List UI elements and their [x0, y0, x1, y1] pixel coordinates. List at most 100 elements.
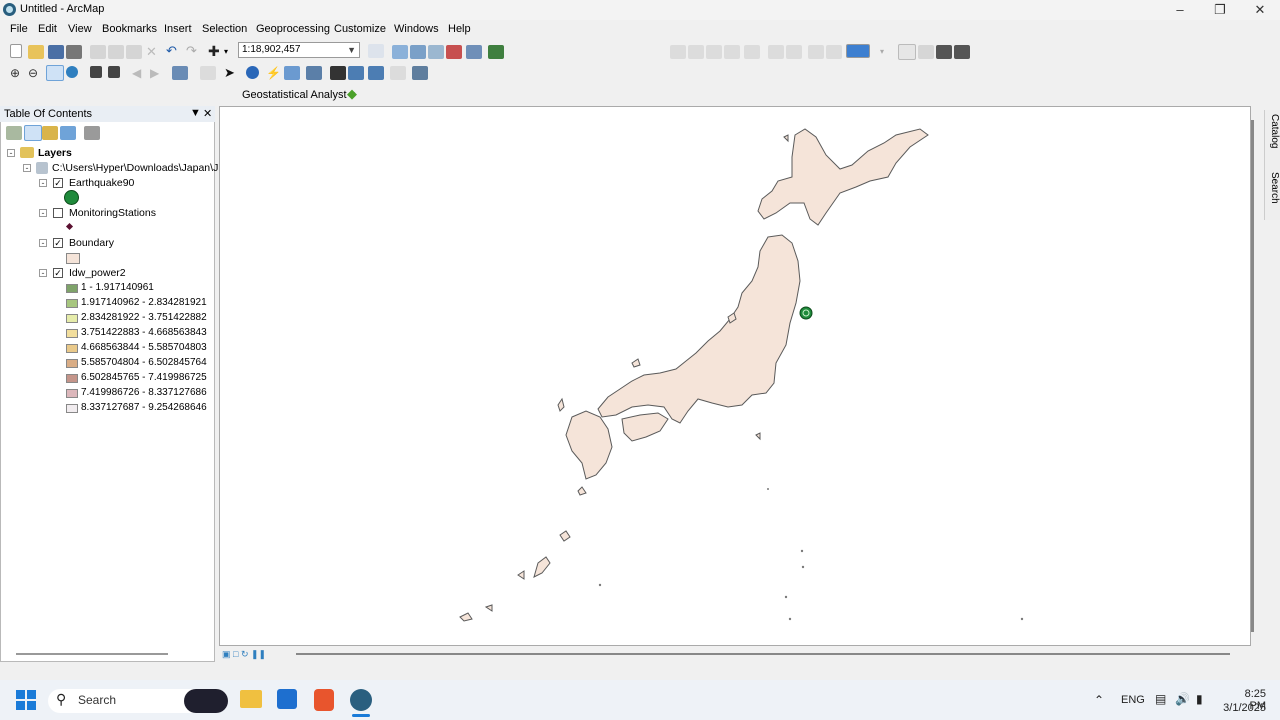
menu-windows[interactable]: Windows: [394, 23, 439, 35]
print-icon[interactable]: [66, 45, 82, 59]
file-explorer-icon[interactable]: [240, 690, 262, 708]
minimize-button[interactable]: –: [1160, 0, 1200, 20]
redo-icon[interactable]: ↷: [186, 44, 202, 58]
zoom-in-icon[interactable]: ⊕: [10, 66, 26, 80]
clear-selection-icon[interactable]: [200, 66, 216, 80]
legend-swatch[interactable]: [66, 284, 78, 293]
map-view[interactable]: [219, 106, 1251, 646]
monitoring-checkbox[interactable]: [53, 208, 63, 218]
measure-icon[interactable]: [306, 66, 322, 80]
add-data-icon[interactable]: ✚: [208, 44, 224, 58]
volume-icon[interactable]: 🔊: [1175, 692, 1190, 706]
legend-swatch[interactable]: [66, 299, 78, 308]
copilot-icon[interactable]: [184, 689, 228, 713]
boundary-checkbox[interactable]: ✓: [53, 238, 63, 248]
layout-print-icon[interactable]: [954, 45, 970, 59]
layout-forward-icon[interactable]: [826, 45, 842, 59]
full-extent-globe-icon[interactable]: [66, 66, 78, 78]
layers-label[interactable]: Layers: [38, 147, 72, 159]
earthquake-checkbox[interactable]: ✓: [53, 178, 63, 188]
language-indicator[interactable]: ENG: [1121, 694, 1145, 706]
catalog-tab[interactable]: Catalog: [1266, 114, 1280, 148]
layout-full-extent-icon[interactable]: [724, 45, 740, 59]
geostatistical-analyst-menu[interactable]: Geostatistical Analyst ▾: [242, 88, 355, 101]
list-by-source-icon[interactable]: [24, 125, 42, 141]
network-icon[interactable]: ▤: [1155, 692, 1166, 706]
windows-start-icon[interactable]: [16, 690, 36, 710]
idw-checkbox[interactable]: ✓: [53, 268, 63, 278]
select-features-icon[interactable]: [172, 66, 188, 80]
save-icon[interactable]: [48, 45, 64, 59]
add-data-dropdown-icon[interactable]: ▾: [224, 45, 232, 59]
fixed-zoom-out-icon[interactable]: [108, 66, 120, 78]
legend-swatch[interactable]: [66, 374, 78, 383]
cut-icon[interactable]: [90, 45, 106, 59]
pin-icon[interactable]: ▼: [190, 107, 201, 119]
menu-customize[interactable]: Customize: [334, 23, 386, 35]
store-icon[interactable]: [277, 689, 297, 709]
map-horizontal-scrollbar[interactable]: [296, 653, 1230, 655]
html-popup-icon[interactable]: [284, 66, 300, 80]
restore-button[interactable]: ❐: [1200, 0, 1240, 20]
hyperlink-icon[interactable]: ⚡: [266, 66, 282, 80]
fill-color-dropdown-icon[interactable]: ▾: [880, 45, 888, 59]
idw-collapse-icon[interactable]: -: [39, 269, 47, 278]
menu-bookmarks[interactable]: Bookmarks: [102, 23, 157, 35]
identify-icon[interactable]: [246, 66, 259, 79]
search-tab[interactable]: Search: [1266, 172, 1280, 204]
monitoring-collapse-icon[interactable]: -: [39, 209, 47, 218]
close-button[interactable]: ✕: [1240, 0, 1280, 20]
boundary-collapse-icon[interactable]: -: [39, 239, 47, 248]
menu-help[interactable]: Help: [448, 23, 471, 35]
list-by-selection-icon[interactable]: [60, 126, 76, 140]
menu-insert[interactable]: Insert: [164, 23, 192, 35]
arctoolbox-icon[interactable]: [446, 45, 462, 59]
chevron-up-icon[interactable]: ⌃: [1094, 693, 1104, 707]
find-route-icon[interactable]: [348, 66, 364, 80]
clock-date[interactable]: 3/1/2025: [1216, 702, 1266, 714]
layout-fixed-zoom-icon[interactable]: [744, 45, 760, 59]
list-by-drawing-order-icon[interactable]: [6, 126, 22, 140]
layout-zoom-in-icon[interactable]: [670, 45, 686, 59]
fixed-zoom-in-icon[interactable]: [90, 66, 102, 78]
layout-toggle-icon[interactable]: [898, 44, 916, 60]
fill-color-swatch[interactable]: [846, 44, 870, 58]
new-document-icon[interactable]: [10, 44, 22, 58]
layout-zoom-out-icon[interactable]: [688, 45, 704, 59]
layout-pan-icon[interactable]: [706, 45, 722, 59]
legend-swatch[interactable]: [66, 389, 78, 398]
legend-swatch[interactable]: [66, 359, 78, 368]
legend-swatch[interactable]: [66, 404, 78, 413]
open-folder-icon[interactable]: [28, 45, 44, 59]
undo-icon[interactable]: ↶: [166, 44, 182, 58]
go-to-xy-icon[interactable]: [368, 66, 384, 80]
folder-collapse-icon[interactable]: -: [23, 164, 31, 173]
layout-binoculars-icon[interactable]: [936, 45, 952, 59]
view-toggle-icons[interactable]: ▣ □ ↻ ❚❚: [222, 649, 266, 660]
list-by-visibility-icon[interactable]: [42, 126, 58, 140]
find-binoculars-icon[interactable]: [330, 66, 346, 80]
legend-swatch[interactable]: [66, 344, 78, 353]
layer-idw-power2[interactable]: Idw_power2: [69, 267, 126, 279]
map-scale-combo[interactable]: 1:18,902,457 ▼: [238, 42, 360, 58]
back-extent-icon[interactable]: ◀: [132, 66, 148, 80]
geostatistical-wizard-icon[interactable]: ◆: [347, 87, 363, 101]
arcmap-taskbar-icon[interactable]: [350, 689, 372, 711]
layer-boundary[interactable]: Boundary: [69, 237, 114, 249]
pan-hand-icon[interactable]: [46, 65, 64, 81]
menu-selection[interactable]: Selection: [202, 23, 247, 35]
earthquake-collapse-icon[interactable]: -: [39, 179, 47, 188]
toc-options-icon[interactable]: [84, 126, 100, 140]
editor-toolbar-icon[interactable]: [368, 44, 384, 58]
brave-browser-icon[interactable]: [314, 689, 334, 711]
create-viewer-window-icon[interactable]: [412, 66, 428, 80]
model-builder-icon[interactable]: [488, 45, 504, 59]
layer-monitoringstations[interactable]: MonitoringStations: [69, 207, 156, 219]
layout-page-icon[interactable]: [918, 45, 934, 59]
legend-swatch[interactable]: [66, 329, 78, 338]
toc-horizontal-scrollbar[interactable]: [16, 653, 168, 655]
battery-icon[interactable]: ▮: [1196, 692, 1203, 706]
layout-grid-icon[interactable]: [768, 45, 784, 59]
map-vertical-scrollbar[interactable]: [1251, 120, 1254, 632]
search-window-icon[interactable]: [428, 45, 444, 59]
